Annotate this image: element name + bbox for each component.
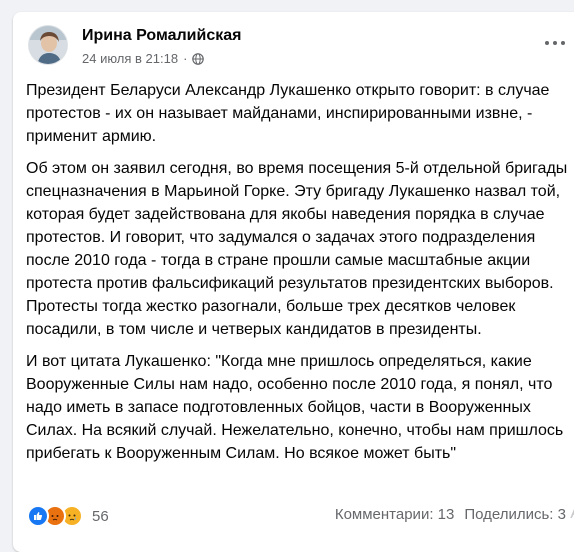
post-content: Президент Беларуси Александр Лукашенко о… — [26, 79, 572, 474]
reaction-count[interactable]: 56 — [92, 508, 109, 525]
post-footer: 56 Комментарии: 13 Поделились: 3 Ак — [27, 503, 574, 531]
post-paragraph: И вот цитата Лукашенко: "Когда мне пришл… — [26, 353, 564, 462]
faded-overlay-text: Ак — [570, 503, 574, 523]
more-options-icon[interactable] — [537, 29, 573, 57]
post-date[interactable]: 24 июля в 21:18 — [82, 51, 178, 66]
reactions-summary[interactable]: 56 — [27, 505, 109, 527]
post-stats: Комментарии: 13 Поделились: 3 — [335, 506, 566, 523]
post-paragraph: Президент Беларуси Александр Лукашенко о… — [26, 82, 550, 145]
shares-count[interactable]: Поделились: 3 — [464, 506, 566, 523]
meta-separator: · — [183, 51, 188, 66]
post-paragraph: Об этом он заявил сегодня, во время посе… — [26, 160, 568, 338]
post-card: Ирина Ромалийская 24 июля в 21:18 · През… — [13, 12, 574, 552]
like-icon — [27, 505, 49, 527]
comments-count[interactable]: Комментарии: 13 — [335, 506, 455, 523]
post-meta: 24 июля в 21:18 · — [82, 51, 205, 66]
globe-icon[interactable] — [192, 52, 205, 65]
author-avatar[interactable] — [28, 25, 68, 65]
post-header: Ирина Ромалийская 24 июля в 21:18 · — [28, 25, 573, 67]
author-name[interactable]: Ирина Ромалийская — [82, 27, 241, 45]
avatar-photo — [29, 26, 67, 64]
